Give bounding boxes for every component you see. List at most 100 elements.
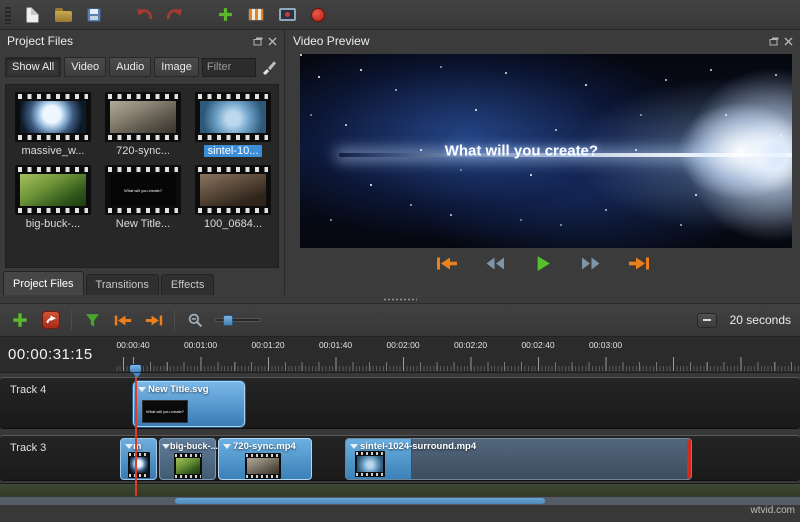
- project-file-item-selected[interactable]: sintel-10...: [189, 92, 277, 157]
- timeline-scrollbar[interactable]: [0, 497, 800, 505]
- tab-effects[interactable]: Effects: [161, 274, 214, 295]
- save-icon: [87, 8, 101, 22]
- timeline-toolbar: 20 seconds: [0, 303, 800, 337]
- clip-thumbnail: What will you create?: [142, 400, 188, 423]
- timeline-scrollbar-thumb[interactable]: [175, 498, 545, 504]
- plus-icon: [217, 6, 234, 23]
- rewind-icon: [485, 256, 505, 271]
- ruler-mark: 00:03:00: [589, 340, 622, 350]
- redo-button[interactable]: [163, 3, 187, 27]
- playback-controls: [286, 254, 800, 272]
- save-project-button[interactable]: [82, 3, 106, 27]
- ruler-mark: 00:02:00: [386, 340, 419, 350]
- snapping-toggle-button[interactable]: [40, 309, 62, 331]
- fullscreen-button[interactable]: [275, 3, 299, 27]
- ruler-mark: 00:01:20: [251, 340, 284, 350]
- filmstrip-thumbnail: What will you create?: [105, 165, 181, 215]
- choose-profile-button[interactable]: [244, 3, 268, 27]
- next-marker-button[interactable]: [143, 309, 165, 331]
- track-4-row: Track 4 New Title.svg What will you crea…: [0, 377, 800, 429]
- undo-icon: [135, 7, 153, 22]
- track-name: Track 4: [10, 384, 46, 396]
- rewind-button[interactable]: [482, 254, 508, 272]
- toolbar-separator: [71, 310, 72, 330]
- filter-video-button[interactable]: Video: [64, 57, 106, 77]
- previous-marker-icon: [114, 314, 132, 327]
- project-files-header: Project Files: [0, 30, 284, 52]
- play-icon: [536, 255, 551, 272]
- export-video-button[interactable]: [306, 3, 330, 27]
- dock-tabs: Project Files Transitions Effects: [0, 270, 284, 295]
- toolbar-grip-handle[interactable]: [5, 6, 11, 24]
- tab-project-files[interactable]: Project Files: [3, 271, 84, 295]
- add-marker-button[interactable]: [81, 309, 103, 331]
- clip-big-buck[interactable]: big-buck-...: [159, 438, 216, 480]
- project-file-item[interactable]: big-buck-...: [9, 165, 97, 230]
- clip-menu-caret-icon[interactable]: [162, 444, 170, 449]
- clip-thumbnail: [245, 453, 281, 479]
- jump-to-end-button[interactable]: [626, 254, 652, 272]
- fast-forward-button[interactable]: [578, 254, 604, 272]
- import-files-button[interactable]: [213, 3, 237, 27]
- marker-funnel-icon: [85, 313, 100, 328]
- undo-button[interactable]: [132, 3, 156, 27]
- clip-menu-caret-icon[interactable]: [138, 387, 146, 392]
- filmstrip-thumbnail: [15, 92, 91, 142]
- zoom-slider[interactable]: [215, 318, 261, 322]
- track-3-row: Track 3 m big-buck-... 720-sync.mp4 sint…: [0, 435, 800, 481]
- filter-input[interactable]: [202, 58, 256, 77]
- new-project-button[interactable]: [20, 3, 44, 27]
- zoom-scale-button[interactable]: [697, 313, 717, 328]
- filter-show-all-button[interactable]: Show All: [5, 57, 61, 77]
- file-label: massive_w...: [22, 145, 85, 157]
- clip-menu-caret-icon[interactable]: [125, 444, 133, 449]
- zoom-button[interactable]: [184, 309, 206, 331]
- jump-to-start-button[interactable]: [434, 254, 460, 272]
- project-file-item[interactable]: 720-sync...: [99, 92, 187, 157]
- filmstrip-thumbnail: [15, 165, 91, 215]
- clip-menu-caret-icon[interactable]: [350, 444, 358, 449]
- starfield: [300, 54, 302, 56]
- clip-sintel-surround[interactable]: sintel-1024-surround.mp4: [345, 438, 692, 480]
- media-filter-row: Show All Video Audio Image: [5, 55, 280, 79]
- project-file-item[interactable]: massive_w...: [9, 92, 97, 157]
- panel-splitter[interactable]: [0, 295, 800, 303]
- ruler-scale[interactable]: 00:00:40 00:01:00 00:01:20 00:01:40 00:0…: [115, 337, 800, 372]
- ruler-mark: 00:00:40: [116, 340, 149, 350]
- clip-label: sintel-1024-surround.mp4: [360, 441, 476, 452]
- track-name: Track 3: [10, 442, 46, 454]
- close-panel-icon[interactable]: [784, 37, 793, 46]
- clip-new-title[interactable]: New Title.svg What will you create?: [133, 381, 245, 427]
- timeline: 00:00:31:15 00:00:40 00:01:00 00:01:20 0…: [0, 337, 800, 522]
- zoom-scale-label: 20 seconds: [730, 313, 791, 327]
- clip-thumbnail: [174, 453, 202, 479]
- video-overlay-text: What will you create?: [445, 143, 598, 160]
- tab-transitions[interactable]: Transitions: [86, 274, 159, 295]
- filmstrip-thumbnail: [195, 165, 271, 215]
- project-file-item[interactable]: 100_0684...: [189, 165, 277, 230]
- current-time-display: 00:00:31:15: [8, 346, 93, 363]
- play-button[interactable]: [530, 254, 556, 272]
- filmstrip-thumbnail: [105, 92, 181, 142]
- project-file-item[interactable]: What will you create? New Title...: [99, 165, 187, 230]
- previous-marker-button[interactable]: [112, 309, 134, 331]
- open-project-button[interactable]: [51, 3, 75, 27]
- clip-menu-caret-icon[interactable]: [223, 444, 231, 449]
- clip-720-sync[interactable]: 720-sync.mp4: [218, 438, 312, 480]
- clip-thumb-text: What will you create?: [146, 409, 184, 414]
- playhead-handle[interactable]: [129, 364, 142, 373]
- filter-audio-button[interactable]: Audio: [109, 57, 151, 77]
- add-track-button[interactable]: [9, 309, 31, 331]
- zoom-slider-thumb[interactable]: [223, 315, 233, 326]
- clear-filter-button[interactable]: [259, 57, 279, 77]
- undock-panel-icon[interactable]: [253, 37, 263, 46]
- close-panel-icon[interactable]: [268, 37, 277, 46]
- filmstrip-thumbnail: [195, 92, 271, 142]
- clip-massive[interactable]: m: [120, 438, 157, 480]
- clip-label: big-buck-...: [170, 441, 218, 451]
- record-circle-icon: [311, 8, 325, 22]
- monitor-icon: [279, 8, 296, 21]
- timeline-ruler[interactable]: 00:00:31:15 00:00:40 00:01:00 00:01:20 0…: [0, 337, 800, 373]
- undock-panel-icon[interactable]: [769, 37, 779, 46]
- filter-image-button[interactable]: Image: [154, 57, 199, 77]
